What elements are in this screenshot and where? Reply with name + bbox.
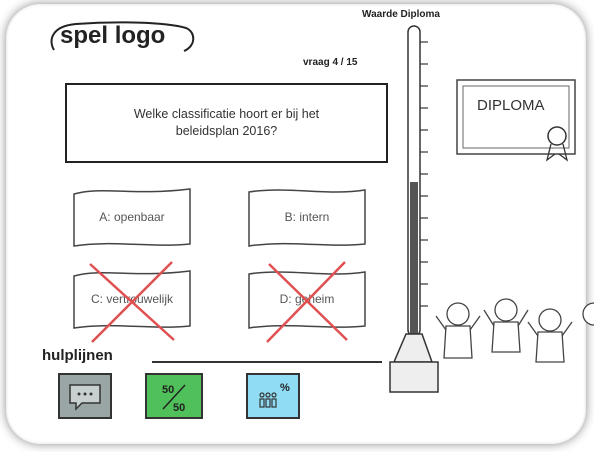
question-box: Welke classificatie hoort er bij het bel… bbox=[65, 83, 388, 163]
svg-text:50: 50 bbox=[162, 384, 174, 396]
answer-b-button[interactable]: B: intern bbox=[247, 186, 367, 248]
answer-a-button[interactable]: A: openbaar bbox=[72, 186, 192, 248]
game-logo: spel logo bbox=[46, 20, 196, 56]
meter-title: Waarde Diploma bbox=[362, 9, 440, 20]
question-text: Welke classificatie hoort er bij het bel… bbox=[133, 107, 320, 138]
answer-a-label: A: openbaar bbox=[99, 210, 165, 224]
chat-lifeline-button[interactable] bbox=[58, 373, 112, 419]
audience-poll-lifeline-button[interactable]: % bbox=[246, 373, 300, 419]
fifty-fifty-icon: 50 50 bbox=[162, 384, 186, 414]
question-counter: vraag 4 / 15 bbox=[303, 57, 358, 68]
diploma-text: DIPLOMA bbox=[477, 97, 545, 114]
svg-text:%: % bbox=[280, 382, 290, 394]
fifty-fifty-lifeline-button[interactable]: 50 50 bbox=[145, 373, 203, 419]
chat-icon bbox=[69, 384, 101, 411]
audience-poll-icon: % bbox=[259, 382, 290, 408]
helpers-title: hulplijnen bbox=[42, 347, 113, 364]
diploma-icon: DIPLOMA bbox=[456, 79, 576, 162]
audience-people-icon bbox=[435, 298, 594, 363]
logo-text: spel logo bbox=[60, 22, 166, 49]
answer-b-label: B: intern bbox=[284, 210, 330, 224]
helpers-divider bbox=[152, 361, 382, 363]
answer-c-button[interactable]: C: vertrouwelijk bbox=[72, 261, 192, 343]
answer-d-button[interactable]: D: geheim bbox=[247, 261, 367, 343]
svg-text:50: 50 bbox=[173, 402, 185, 414]
eliminated-cross-icon bbox=[266, 261, 348, 343]
eliminated-cross-icon bbox=[89, 261, 175, 343]
